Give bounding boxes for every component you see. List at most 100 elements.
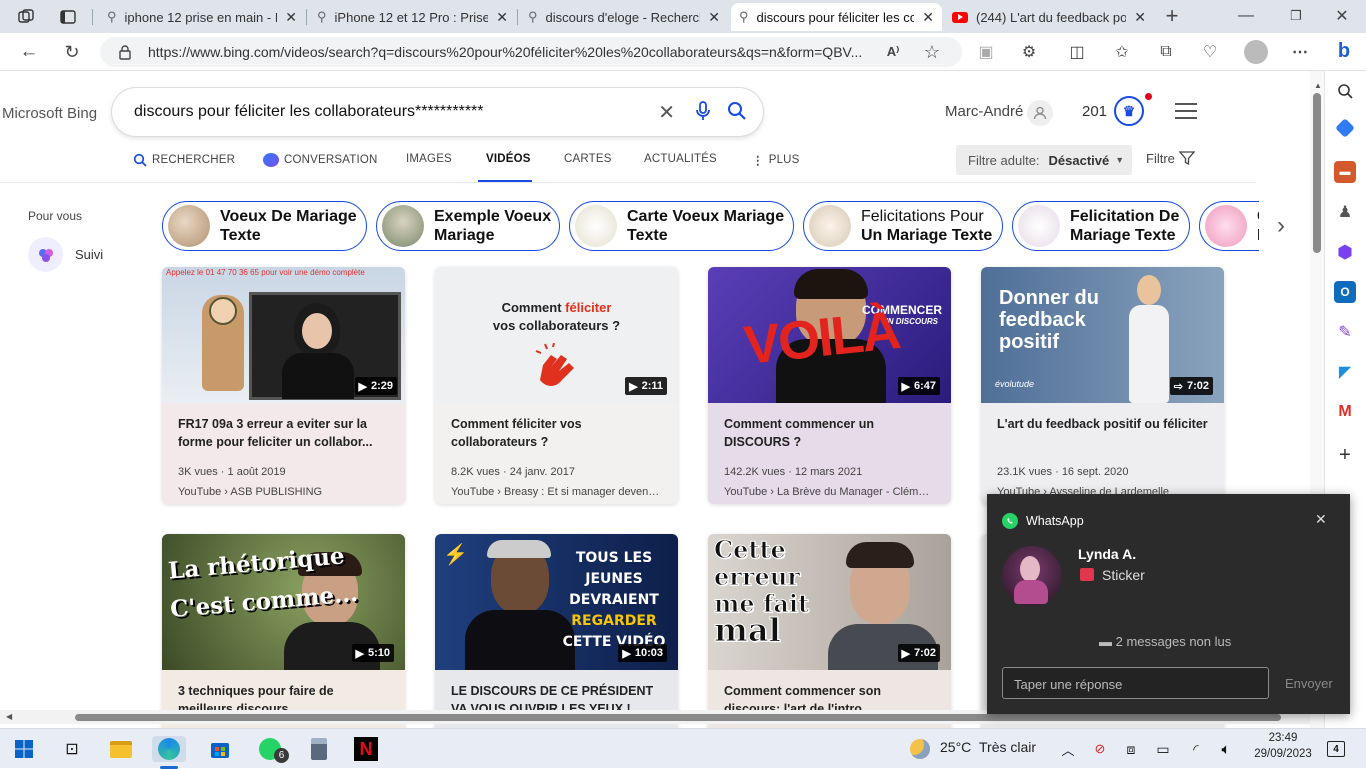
volume-icon[interactable]: 🔈︎ — [1213, 736, 1239, 762]
related-pill[interactable]: Felicitations Pour Un Mariage Texte — [803, 201, 1003, 251]
nav-plus[interactable]: ⋮ PLUS — [752, 153, 800, 167]
related-pill[interactable]: Felicitation De Mariage Texte — [1012, 201, 1190, 251]
video-title[interactable]: Comment commencer un DISCOURS ? — [708, 403, 951, 461]
refresh-icon[interactable]: ↻ — [61, 41, 83, 63]
video-title[interactable]: L'art du feedback positif ou féliciter — [981, 403, 1224, 461]
tab-discours-feliciter[interactable]: ⚲ discours pour féliciter les co ✕ — [731, 3, 942, 31]
sidebar-outlook-icon[interactable]: O — [1334, 281, 1356, 303]
video-title[interactable]: Comment féliciter vos collaborateurs ? — [435, 403, 678, 461]
sidebar-send-icon[interactable]: ◤ — [1334, 361, 1356, 383]
restore-icon[interactable]: ❐ — [1286, 6, 1306, 26]
microsoft-store-icon[interactable] — [207, 736, 233, 762]
clear-search-icon[interactable]: ✕ — [658, 100, 675, 125]
search-input[interactable]: discours pour féliciter les collaborateu… — [134, 103, 484, 121]
security-alert-icon[interactable]: ⊘ — [1087, 736, 1113, 762]
send-button[interactable]: Envoyer — [1285, 676, 1333, 691]
sidebar-add-icon[interactable]: + — [1334, 444, 1356, 466]
suivi-link[interactable]: Suivi — [28, 237, 103, 272]
close-tab-icon[interactable]: ✕ — [496, 9, 508, 26]
user-name[interactable]: Marc-André — [945, 103, 1023, 120]
task-view-icon[interactable]: ⊡ — [59, 736, 85, 762]
show-hidden-icons-chevron-icon[interactable]: ︿ — [1055, 736, 1081, 762]
video-title[interactable]: FR17 09a 3 erreur a eviter sur la forme … — [162, 403, 405, 461]
new-tab-icon[interactable]: + — [1161, 3, 1183, 28]
related-pill[interactable]: CF — [1199, 201, 1259, 251]
video-card[interactable]: Comment féliciter vos collaborateurs ? ▶ 2… — [435, 267, 678, 504]
video-card[interactable]: La rhétorique C'est comme... ▶ 5:10 3 tec… — [162, 534, 405, 728]
read-aloud-icon[interactable]: A⁾ — [882, 41, 904, 63]
sidebar-tools-icon[interactable]: ▬ — [1334, 161, 1356, 183]
video-card[interactable]: Donner du feedback positif évolutude ⇨ 7:02… — [981, 267, 1224, 504]
sidebar-games-icon[interactable]: ♟ — [1334, 201, 1356, 223]
tab-iphone-prise-en-main[interactable]: ⚲ iphone 12 prise en main - Re ✕ — [99, 3, 305, 31]
file-explorer-icon[interactable] — [108, 736, 134, 762]
adult-filter-dropdown[interactable]: Filtre adulte: Désactivé ▼ — [956, 145, 1132, 175]
toast-close-icon[interactable]: ✕ — [1315, 511, 1327, 528]
rewards-points[interactable]: 201 — [1082, 103, 1107, 120]
search-submit-icon[interactable] — [727, 101, 747, 126]
microphone-icon[interactable] — [695, 100, 711, 127]
video-card[interactable]: COMMENCER UN DISCOURS VOILÀ ▶ 6:47 Commen… — [708, 267, 951, 504]
nav-conversation[interactable]: CONVERSATION — [263, 153, 378, 167]
reply-input[interactable]: Taper une réponse — [1002, 667, 1269, 699]
close-window-icon[interactable]: ✕ — [1332, 6, 1352, 26]
copilot-bing-icon[interactable]: b — [1330, 37, 1358, 65]
favorites-icon[interactable]: ✩ — [1111, 41, 1133, 63]
sidebar-search-icon[interactable] — [1334, 80, 1356, 102]
tab-discours-eloge[interactable]: ⚲ discours d'eloge - Recherch ✕ — [520, 3, 728, 31]
wifi-icon[interactable]: ◜ — [1183, 736, 1209, 762]
nav-cartes[interactable]: CARTES — [564, 153, 612, 165]
nav-rechercher[interactable]: RECHERCHER — [133, 153, 235, 167]
sidebar-shopping-icon[interactable] — [1335, 118, 1355, 138]
close-tab-icon[interactable]: ✕ — [1134, 9, 1146, 26]
weather-text[interactable]: Très clair — [979, 739, 1036, 755]
notification-center-icon[interactable]: 4 — [1323, 736, 1349, 762]
related-pill[interactable]: Exemple Voeux Mariage — [376, 201, 560, 251]
sidebar-microsoft365-icon[interactable]: ⬢ — [1334, 241, 1356, 263]
rewards-trophy-icon[interactable]: ♛ — [1114, 96, 1144, 126]
user-avatar-icon[interactable] — [1027, 100, 1053, 126]
profile-avatar-icon[interactable] — [1244, 40, 1268, 64]
favorite-star-icon[interactable]: ☆ — [921, 41, 943, 63]
nav-actualites[interactable]: ACTUALITÉS — [644, 153, 717, 165]
pills-next-chevron-icon[interactable]: › — [1259, 201, 1303, 251]
close-tab-icon[interactable]: ✕ — [922, 9, 934, 26]
app-available-icon[interactable]: ▣ — [975, 41, 997, 63]
clock-date[interactable]: 29/09/2023 — [1245, 748, 1321, 760]
related-pill[interactable]: Voeux De Mariage Texte — [162, 201, 367, 251]
filter-button[interactable]: Filtre — [1146, 151, 1196, 166]
calculator-icon[interactable] — [306, 736, 332, 762]
minimize-icon[interactable]: — — [1236, 6, 1256, 26]
sidebar-gmail-icon[interactable]: M — [1334, 401, 1356, 423]
bing-logo[interactable]: Microsoft Bing — [2, 105, 97, 122]
related-pill[interactable]: Carte Voeux Mariage Texte — [569, 201, 794, 251]
video-card[interactable]: Appelez le 01 47 70 36 65 pour voir une … — [162, 267, 405, 504]
netflix-icon[interactable]: N — [354, 737, 378, 761]
battery-icon[interactable]: ▭ — [1150, 736, 1176, 762]
sidebar-designer-icon[interactable]: ✎ — [1334, 321, 1356, 343]
video-card[interactable]: ⚡ TOUS LES JEUNES DEVRAIENT REGARDER CETTE … — [435, 534, 678, 728]
search-box[interactable]: discours pour féliciter les collaborateu… — [112, 88, 763, 136]
start-windows-icon[interactable] — [11, 736, 37, 762]
edge-taskbar-icon[interactable] — [152, 736, 186, 762]
split-screen-icon[interactable]: ◫ — [1066, 41, 1088, 63]
extensions-icon[interactable]: ⚙ — [1018, 41, 1040, 63]
collections-icon[interactable]: ⧉ — [1155, 41, 1177, 63]
url-field[interactable]: https://www.bing.com/videos/search?q=dis… — [100, 37, 962, 67]
clock-time[interactable]: 23:49 — [1262, 732, 1304, 744]
workspaces-icon[interactable] — [16, 7, 36, 27]
devices-icon[interactable]: ⧈ — [1118, 736, 1144, 762]
tab-actions-icon[interactable] — [58, 7, 78, 27]
tab-iphone-12-pro[interactable]: ⚲ iPhone 12 et 12 Pro : Prise e ✕ — [309, 3, 516, 31]
close-tab-icon[interactable]: ✕ — [285, 9, 297, 26]
tab-youtube-feedback[interactable]: (244) L'art du feedback posi ✕ — [944, 3, 1154, 31]
more-menu-icon[interactable]: ⋯ — [1289, 41, 1311, 63]
hamburger-menu-icon[interactable] — [1175, 103, 1197, 119]
nav-videos[interactable]: VIDÉOS — [486, 153, 531, 165]
temperature[interactable]: 25°C — [940, 739, 971, 755]
weather-moon-icon[interactable] — [906, 736, 934, 762]
video-card[interactable]: Cette erreur me fait mal ▶ 7:02 Comment comm… — [708, 534, 951, 728]
nav-images[interactable]: IMAGES — [406, 153, 452, 165]
browser-essentials-icon[interactable]: ♡ — [1199, 41, 1221, 63]
back-icon[interactable]: ← — [18, 41, 40, 63]
